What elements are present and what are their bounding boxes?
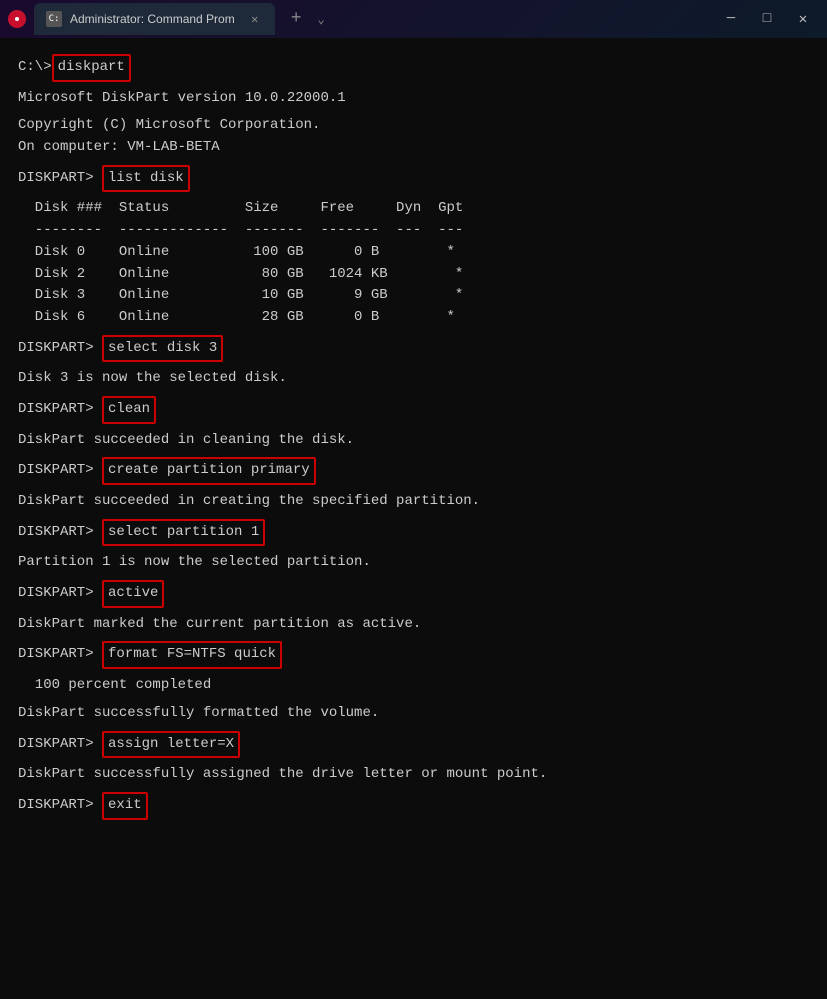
cmd-create-partition: create partition primary [102,457,316,485]
diskpart-prompt-7: DISKPART> [18,644,102,666]
line-active-cmd: DISKPART> active [18,580,809,608]
diskpart-prompt-4: DISKPART> [18,460,102,482]
titlebar: C: Administrator: Command Prom ✕ + ⌄ ─ □… [0,0,827,38]
diskpart-prompt-9: DISKPART> [18,795,102,817]
maximize-button[interactable]: □ [751,5,783,33]
line-diskpart: C:\>diskpart [18,54,809,82]
disk-2: Disk 2 Online 80 GB 1024 KB * [18,264,809,286]
add-tab-button[interactable]: + [283,9,310,29]
diskpart-prompt-3: DISKPART> [18,399,102,421]
diskpart-prompt-2: DISKPART> [18,338,102,360]
select-disk-result: Disk 3 is now the selected disk. [18,368,809,390]
tab-label: Administrator: Command Prom [70,12,235,26]
cmd-assign: assign letter=X [102,731,240,759]
line-list-disk-cmd: DISKPART> list disk [18,165,809,193]
active-result: DiskPart marked the current partition as… [18,614,809,636]
terminal-window[interactable]: C:\>diskpart Microsoft DiskPart version … [0,38,827,999]
format-result: DiskPart successfully formatted the volu… [18,703,809,725]
disk-3: Disk 3 Online 10 GB 9 GB * [18,285,809,307]
diskpart-prompt-5: DISKPART> [18,522,102,544]
cmd-select-disk: select disk 3 [102,335,223,363]
tab-dropdown-button[interactable]: ⌄ [318,12,325,27]
tab-close-button[interactable]: ✕ [247,11,263,27]
disk-header: Disk ### Status Size Free Dyn Gpt [18,198,809,220]
cmd-exit: exit [102,792,148,820]
active-tab[interactable]: C: Administrator: Command Prom ✕ [34,3,275,35]
window-controls: ─ □ ✕ [715,5,819,33]
diskpart-prompt-8: DISKPART> [18,734,102,756]
line-select-disk-cmd: DISKPART> select disk 3 [18,335,809,363]
cmd-format: format FS=NTFS quick [102,641,282,669]
titlebar-left: C: Administrator: Command Prom ✕ + ⌄ [8,3,715,35]
diskpart-prompt-1: DISKPART> [18,168,102,190]
cmd-diskpart: diskpart [52,54,131,82]
create-partition-result: DiskPart succeeded in creating the speci… [18,491,809,513]
line-assign-cmd: DISKPART> assign letter=X [18,731,809,759]
line-clean-cmd: DISKPART> clean [18,396,809,424]
line-exit-cmd: DISKPART> exit [18,792,809,820]
disk-separator: -------- ------------- ------- ------- -… [18,220,809,242]
app-icon [8,10,26,28]
cmd-active: active [102,580,164,608]
close-button[interactable]: ✕ [787,5,819,33]
format-progress: 100 percent completed [18,675,809,697]
diskpart-prompt-6: DISKPART> [18,583,102,605]
cmd-select-partition: select partition 1 [102,519,265,547]
line-computer: On computer: VM-LAB-BETA [18,137,809,159]
line-copyright: Copyright (C) Microsoft Corporation. [18,115,809,137]
line-version: Microsoft DiskPart version 10.0.22000.1 [18,88,809,110]
line-select-partition-cmd: DISKPART> select partition 1 [18,519,809,547]
cmd-clean: clean [102,396,156,424]
minimize-button[interactable]: ─ [715,5,747,33]
cmd-icon: C: [46,11,62,27]
prompt-prefix: C:\> [18,57,52,79]
line-format-cmd: DISKPART> format FS=NTFS quick [18,641,809,669]
cmd-list-disk: list disk [102,165,190,193]
line-create-partition-cmd: DISKPART> create partition primary [18,457,809,485]
disk-6: Disk 6 Online 28 GB 0 B * [18,307,809,329]
clean-result: DiskPart succeeded in cleaning the disk. [18,430,809,452]
assign-result: DiskPart successfully assigned the drive… [18,764,809,786]
disk-0: Disk 0 Online 100 GB 0 B * [18,242,809,264]
select-partition-result: Partition 1 is now the selected partitio… [18,552,809,574]
